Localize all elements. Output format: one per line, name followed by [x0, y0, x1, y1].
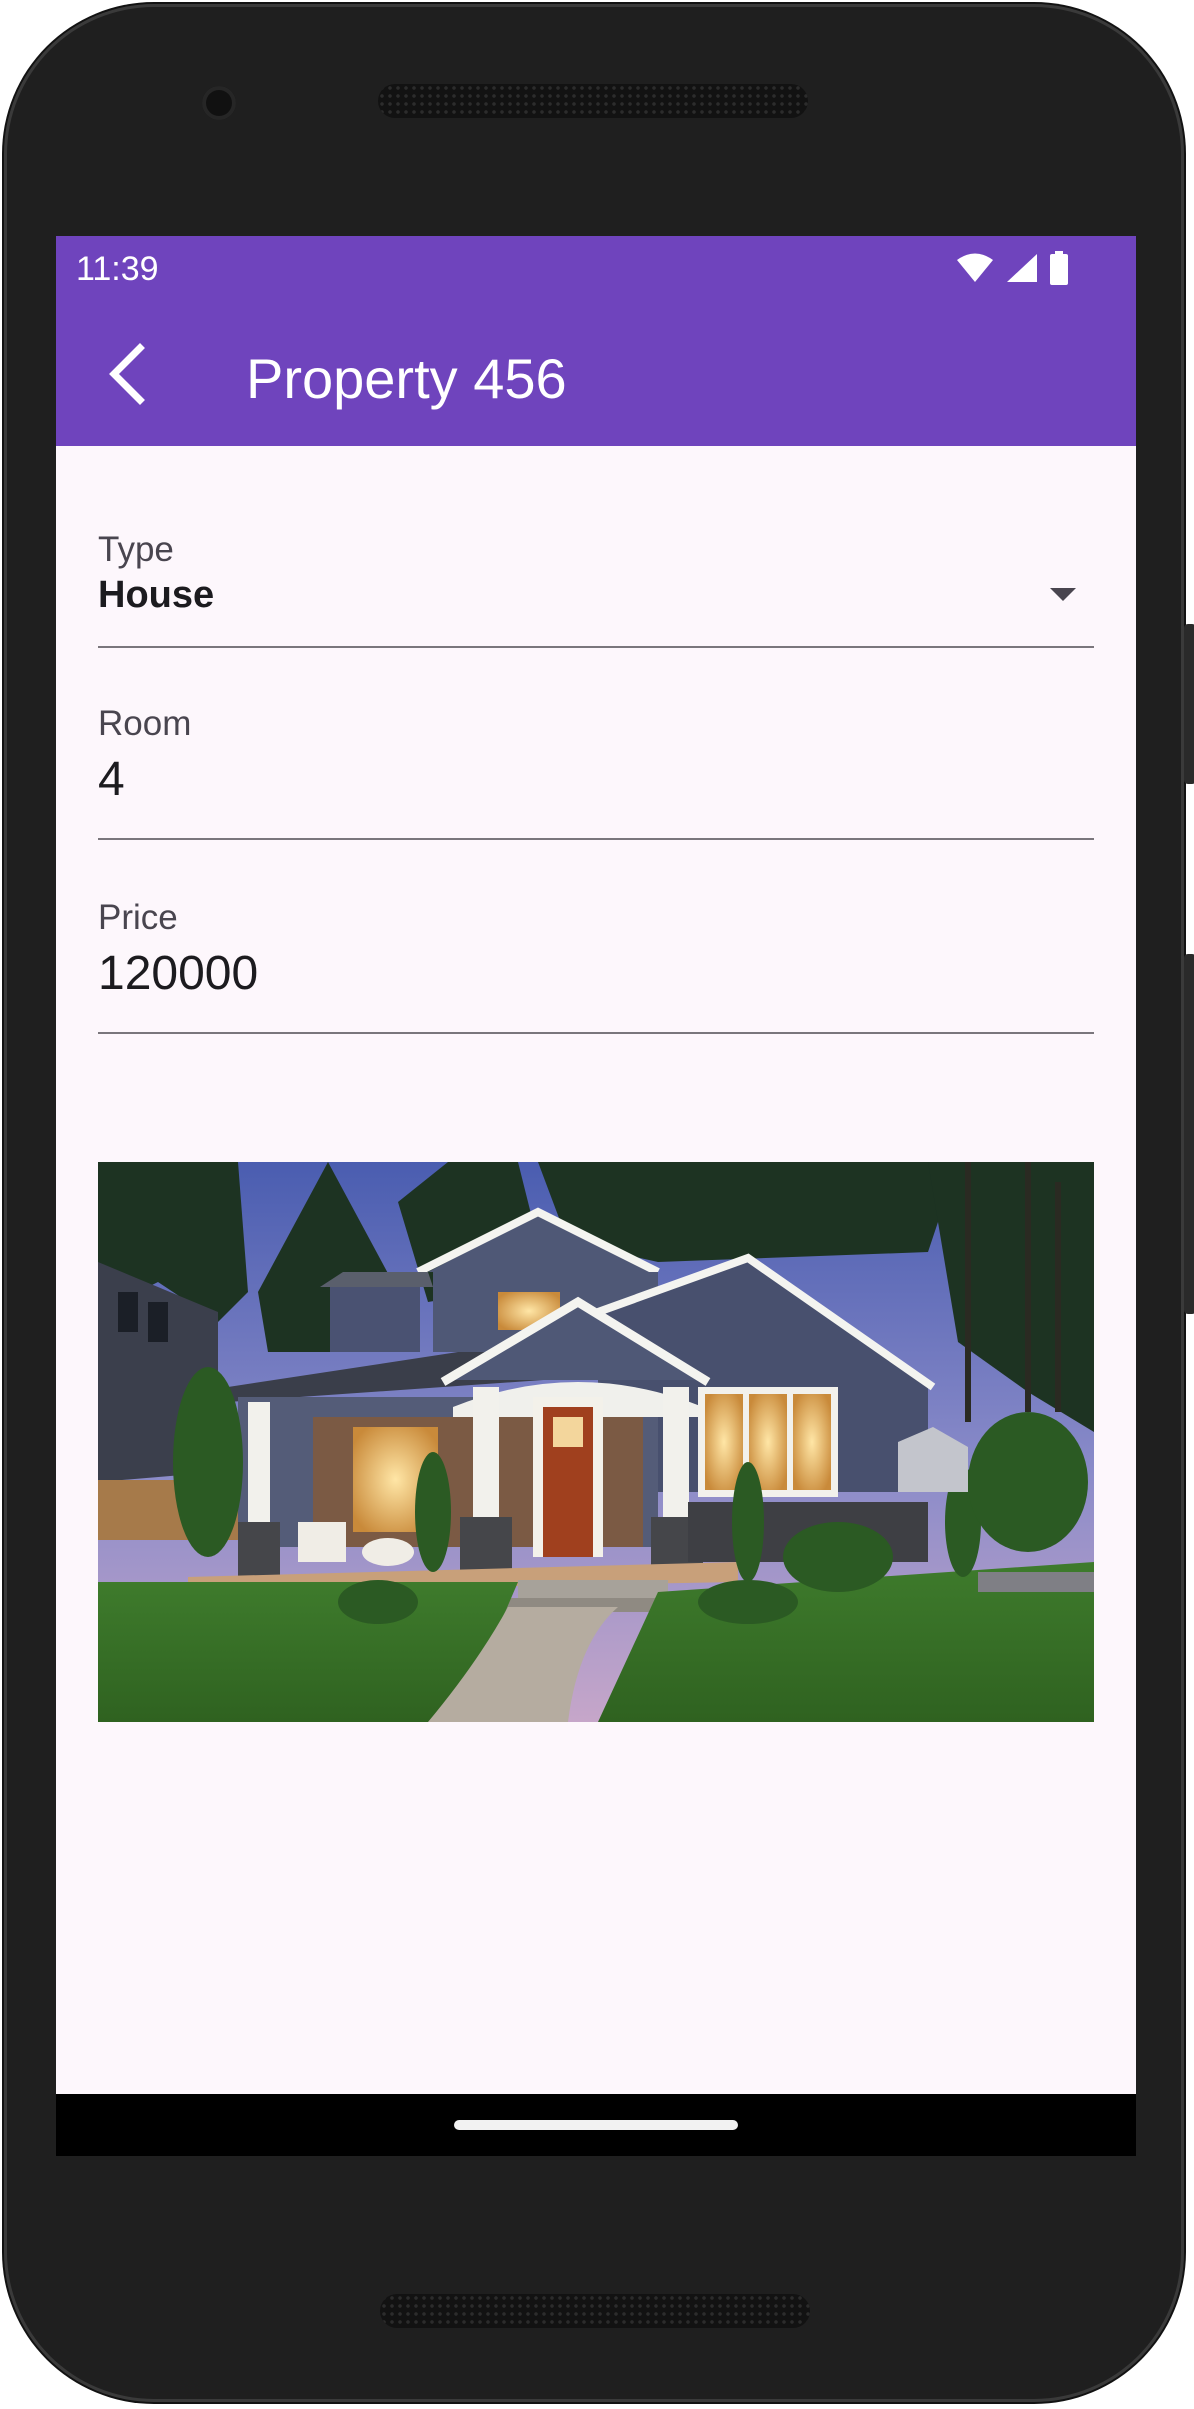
- room-field[interactable]: Room 4: [98, 648, 1094, 840]
- bottom-speaker: [380, 2294, 810, 2328]
- type-dropdown[interactable]: Type House: [98, 446, 1094, 648]
- phone-frame: 11:39 Property 456 Type House Room 4 Pri…: [4, 4, 1194, 2402]
- wifi-icon: [957, 253, 993, 282]
- front-camera: [202, 86, 236, 120]
- top-speaker: [378, 84, 808, 118]
- dropdown-arrow-icon[interactable]: [1050, 588, 1076, 601]
- price-label: Price: [98, 898, 178, 937]
- type-label: Type: [98, 530, 174, 569]
- volume-button: [1184, 624, 1194, 784]
- room-label: Room: [98, 704, 192, 743]
- chevron-left-icon: [109, 343, 145, 405]
- status-time: 11:39: [76, 250, 159, 288]
- app-bar: Property 456: [56, 298, 1136, 446]
- price-field[interactable]: Price 120000: [98, 840, 1094, 1034]
- status-bar: 11:39: [56, 236, 1136, 298]
- price-value[interactable]: 120000: [98, 946, 258, 1001]
- status-icons: [956, 250, 1068, 286]
- navigation-bar: [56, 2094, 1136, 2156]
- battery-icon: [1050, 251, 1068, 285]
- home-gesture-bar[interactable]: [454, 2120, 738, 2130]
- power-button: [1184, 954, 1194, 1314]
- page-title: Property 456: [246, 347, 567, 410]
- house-photo: [98, 1162, 1094, 1722]
- cellular-signal-icon: [1007, 254, 1037, 282]
- property-image: [98, 1162, 1094, 1722]
- back-button[interactable]: [86, 334, 166, 414]
- room-value[interactable]: 4: [98, 752, 125, 807]
- app-screen: 11:39 Property 456 Type House Room 4 Pri…: [56, 236, 1136, 2156]
- type-value: House: [98, 574, 215, 616]
